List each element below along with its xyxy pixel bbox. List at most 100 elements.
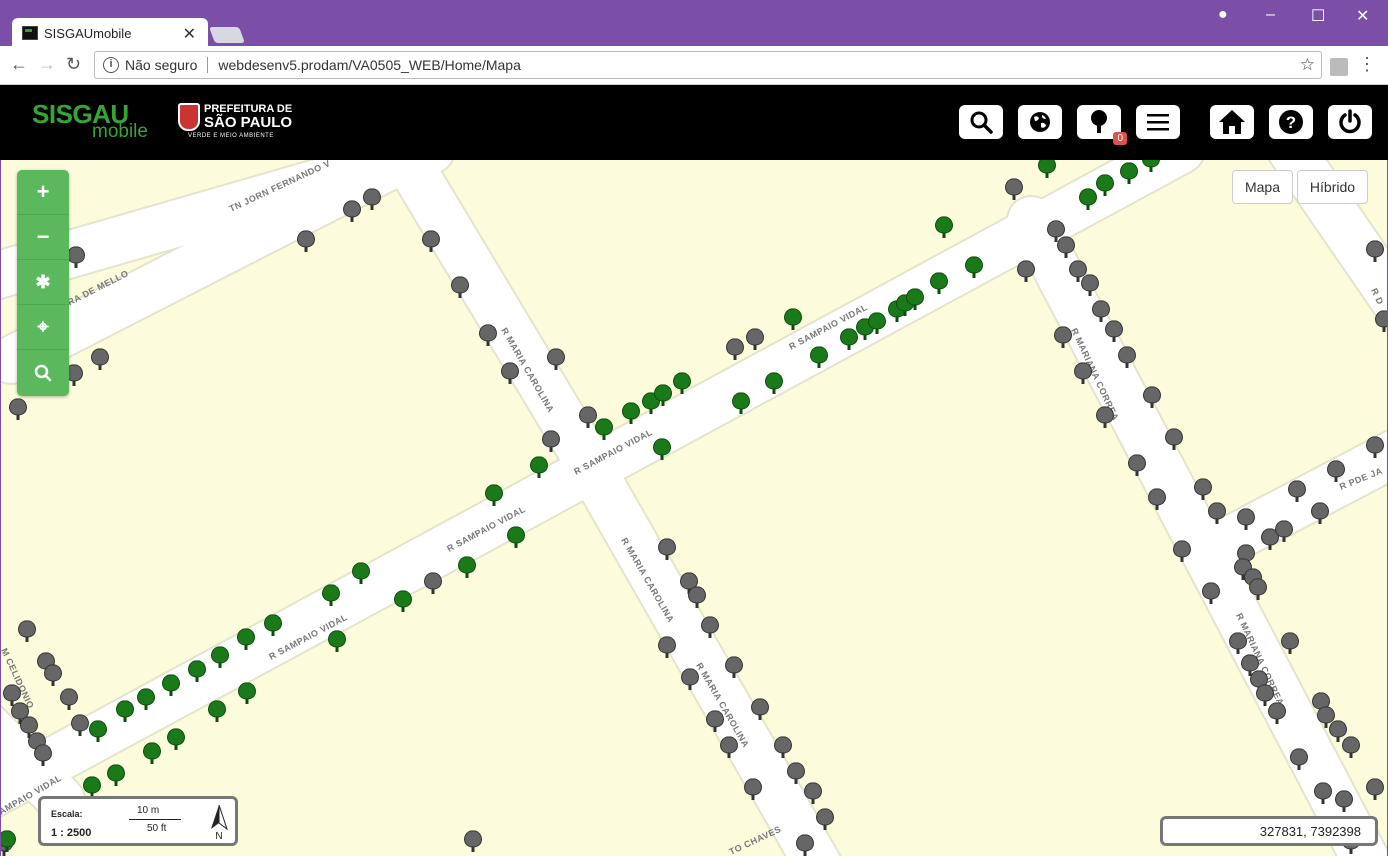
zoom-control-panel: + − ✱ ⌖ — [17, 170, 69, 396]
tree-marker-green[interactable] — [458, 556, 476, 578]
forward-icon[interactable]: → — [38, 54, 56, 75]
map-layer-button[interactable]: Mapa — [1232, 170, 1293, 204]
browser-tab[interactable]: SISGAUmobile ✕ — [12, 18, 208, 48]
tree-button[interactable]: 0 — [1077, 105, 1127, 145]
tree-marker-gray[interactable] — [1005, 178, 1023, 200]
reload-icon[interactable]: ↻ — [66, 54, 81, 75]
tree-marker-green[interactable] — [935, 216, 953, 238]
tree-marker-green[interactable] — [238, 682, 256, 704]
tree-marker-gray[interactable] — [746, 328, 764, 350]
svg-text:?: ? — [1286, 113, 1296, 132]
logout-button[interactable] — [1328, 105, 1372, 139]
zoom-in-button[interactable]: + — [17, 170, 69, 215]
coordinates-display: 327831, 7392398 — [1160, 816, 1378, 846]
search-icon — [970, 111, 993, 134]
north-arrow-icon: N — [211, 804, 228, 841]
tree-marker-gray[interactable] — [1329, 720, 1347, 742]
close-tab-icon[interactable]: ✕ — [183, 24, 196, 44]
separator — [207, 57, 209, 73]
search-button[interactable] — [959, 105, 1003, 139]
info-icon[interactable]: i — [103, 57, 119, 73]
address-bar[interactable]: i Não seguro webdesenv5.prodam/VA0505_WE… — [94, 51, 1322, 79]
tree-marker-green[interactable] — [107, 764, 125, 786]
minimize-button[interactable]: – — [1266, 6, 1275, 24]
globe-button[interactable] — [1018, 105, 1062, 139]
tree-marker-gray[interactable] — [1366, 778, 1384, 800]
url-text[interactable]: webdesenv5.prodam/VA0505_WEB/Home/Mapa — [218, 57, 520, 73]
prefeitura-line2: SÃO PAULO — [204, 114, 293, 131]
tree-marker-green[interactable] — [208, 700, 226, 722]
maximize-button[interactable]: ☐ — [1311, 6, 1325, 26]
globe-icon — [1030, 112, 1050, 132]
tree-marker-green[interactable] — [784, 308, 802, 330]
favicon-icon — [22, 26, 38, 40]
minus-icon: − — [36, 224, 50, 249]
tree-marker-green[interactable] — [83, 776, 101, 798]
tab-bar: SISGAUmobile ✕ ● – ☐ ✕ — [0, 0, 1388, 48]
help-button[interactable]: ? — [1269, 105, 1313, 139]
tree-marker-gray[interactable] — [464, 830, 482, 852]
scale-label: Escala: — [51, 809, 83, 819]
street-label: TO CHAVES — [728, 824, 783, 856]
logo-mobile: mobile — [92, 121, 148, 142]
pdf-extension-icon[interactable] — [1330, 58, 1348, 76]
tree-count-badge: 0 — [1113, 132, 1127, 145]
browser-toolbar: ← → ↻ i Não seguro webdesenv5.prodam/VA0… — [0, 46, 1388, 85]
browser-menu-icon[interactable]: ⋮ — [1358, 54, 1376, 75]
close-window-button[interactable]: ✕ — [1356, 6, 1369, 26]
new-tab-button[interactable] — [209, 27, 245, 43]
home-icon — [1219, 110, 1245, 134]
home-button[interactable] — [1210, 105, 1254, 139]
menu-icon — [1147, 114, 1169, 131]
street-label: M CELIDONIO — [1, 647, 36, 711]
scale-metric: 10 m — [137, 805, 160, 816]
app-header: SISGAU mobile PREFEITURA DE SÃO PAULO VE… — [0, 85, 1388, 160]
full-extent-button[interactable]: ✱ — [17, 260, 69, 305]
map-search-button[interactable] — [17, 350, 69, 395]
tree-marker-gray[interactable] — [60, 688, 78, 710]
tree-marker-green[interactable] — [507, 526, 525, 548]
tree-marker-gray[interactable] — [726, 338, 744, 360]
locate-button[interactable]: ⌖ — [17, 305, 69, 350]
scale-imperial: 50 ft — [147, 823, 167, 834]
tree-marker-gray[interactable] — [424, 572, 442, 594]
extent-icon: ✱ — [35, 271, 51, 292]
tree-marker-gray[interactable] — [1342, 736, 1360, 758]
tree-marker-green[interactable] — [167, 728, 185, 750]
tree-marker-gray[interactable] — [343, 200, 361, 222]
tree-marker-gray[interactable] — [297, 230, 315, 252]
prefeitura-logo: PREFEITURA DE SÃO PAULO VERDE E MEIO AMB… — [178, 103, 298, 143]
security-label: Não seguro — [125, 57, 198, 73]
tree-icon — [1091, 110, 1107, 133]
tree-marker-green[interactable] — [394, 590, 412, 612]
zoom-out-button[interactable]: − — [17, 215, 69, 260]
prefeitura-line3: VERDE E MEIO AMBIENTE — [188, 133, 274, 139]
map-canvas[interactable]: TN JORN FERNANDO V EIRA DE MELLO R MARIA C… — [0, 160, 1388, 856]
tree-marker-gray[interactable] — [18, 620, 36, 642]
help-icon: ? — [1279, 110, 1303, 134]
hybrid-layer-button[interactable]: Híbrido — [1297, 170, 1368, 204]
north-label: N — [215, 831, 222, 841]
tree-marker-green[interactable] — [328, 630, 346, 652]
browser-chrome: SISGAUmobile ✕ ● – ☐ ✕ ← → ↻ i Não segur… — [0, 0, 1388, 85]
menu-button[interactable] — [1136, 105, 1180, 139]
tree-marker-gray[interactable] — [91, 348, 109, 370]
tree-marker-gray[interactable] — [44, 664, 62, 686]
plus-icon: + — [36, 179, 50, 204]
profile-icon[interactable]: ● — [1218, 6, 1228, 24]
scale-bar — [129, 819, 181, 820]
tab-title: SISGAUmobile — [44, 25, 132, 41]
tree-marker-gray[interactable] — [363, 188, 381, 210]
locate-icon: ⌖ — [37, 315, 49, 338]
tree-marker-gray[interactable] — [1017, 260, 1035, 282]
back-icon[interactable]: ← — [10, 54, 28, 75]
tree-marker-green[interactable] — [143, 742, 161, 764]
tree-marker-gray[interactable] — [9, 398, 27, 420]
roads-layer — [1, 160, 1387, 856]
tree-marker-green[interactable] — [1038, 160, 1056, 178]
scale-widget: Escala: 1 : 2500 10 m 50 ft N — [38, 796, 238, 846]
city-emblem-icon — [178, 103, 200, 131]
search-icon — [34, 364, 52, 381]
map-layer[interactable]: TN JORN FERNANDO VEIRA DE MELLOR MARIA C… — [1, 160, 1388, 856]
bookmark-star-icon[interactable]: ☆ — [1300, 55, 1315, 75]
